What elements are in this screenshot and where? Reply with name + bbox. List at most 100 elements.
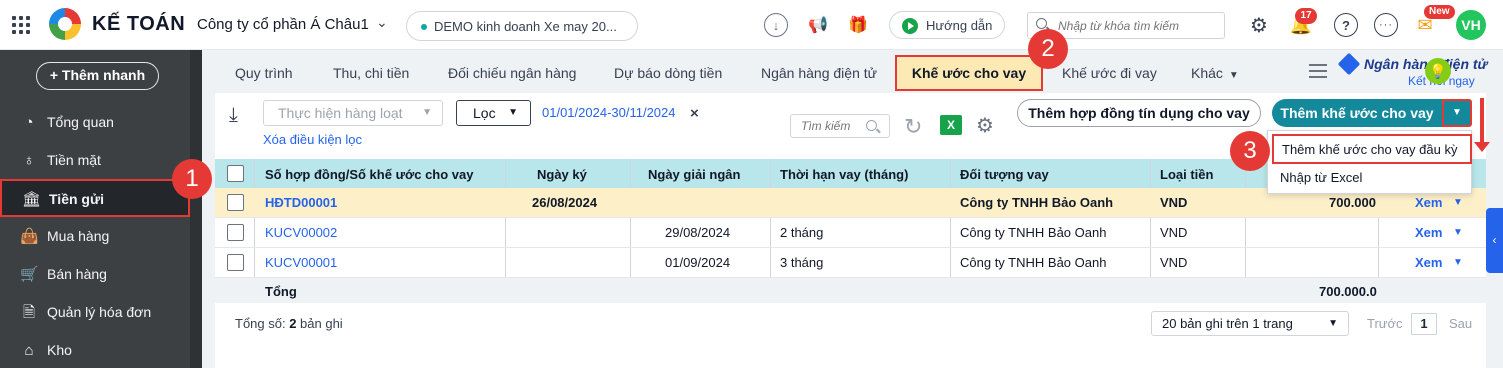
table-row[interactable] bbox=[215, 218, 1486, 248]
view-button[interactable]: Xem bbox=[1415, 195, 1442, 210]
column-header-contract-no[interactable]: Số hợp đồng/Số khế ước cho vay bbox=[265, 167, 473, 182]
collapse-panel-icon[interactable]: ‹ bbox=[1486, 208, 1503, 273]
search-input[interactable] bbox=[1058, 17, 1218, 35]
tab-e-banking[interactable]: Ngân hàng điện tử bbox=[761, 65, 877, 81]
sidebar-item-cash[interactable]: ♁ Tiền mặt bbox=[0, 142, 190, 180]
column-header-currency[interactable]: Loại tiền bbox=[1160, 167, 1213, 182]
filter-button[interactable]: Lọc ▼ bbox=[456, 100, 531, 126]
sidebar-scrollbar[interactable] bbox=[190, 50, 202, 368]
guide-label: Hướng dẫn bbox=[926, 18, 993, 33]
gift-icon[interactable]: 🎁 bbox=[846, 13, 870, 37]
borrower-cell: Công ty TNHH Bảo Oanh bbox=[960, 225, 1107, 240]
column-header-sign-date[interactable]: Ngày ký bbox=[537, 167, 587, 182]
clear-filter-link[interactable]: Xóa điều kiện lọc bbox=[263, 132, 362, 147]
status-dot-icon bbox=[421, 24, 427, 30]
disburse-date-cell: 01/09/2024 bbox=[665, 255, 731, 270]
disburse-date-cell: 29/08/2024 bbox=[665, 225, 731, 240]
caret-down-icon[interactable]: ▼ bbox=[1453, 257, 1463, 268]
sidebar-item-label: Tổng quan bbox=[47, 114, 114, 130]
add-credit-contract-button[interactable]: Thêm hợp đồng tín dụng cho vay bbox=[1017, 99, 1261, 127]
sidebar-item-overview[interactable]: ◔ Tổng quan bbox=[0, 104, 190, 142]
search-icon bbox=[866, 120, 877, 131]
contract-code-link[interactable]: KUCV00002 bbox=[265, 225, 337, 240]
lightbulb-icon[interactable]: 💡 bbox=[1425, 58, 1451, 84]
caret-down-icon: ▼ bbox=[508, 107, 518, 118]
tab-cash-forecast[interactable]: Dự báo dòng tiền bbox=[614, 65, 722, 81]
page-size-select[interactable]: 20 bản ghi trên 1 trang ▼ bbox=[1151, 311, 1349, 336]
bulk-action-select[interactable]: Thực hiện hàng loạt ▼ bbox=[263, 100, 443, 126]
brand-logo bbox=[49, 8, 81, 40]
table-search-input[interactable] bbox=[801, 119, 865, 133]
menu-item-add-opening-loan[interactable]: Thêm khế ước cho vay đầu kỳ bbox=[1272, 134, 1472, 164]
money-bag-icon: ♁ bbox=[23, 152, 35, 169]
close-icon[interactable]: × bbox=[690, 105, 699, 122]
app-grid-icon[interactable] bbox=[12, 16, 30, 34]
view-button[interactable]: Xem bbox=[1415, 225, 1442, 240]
sidebar-item-sales[interactable]: 🛒 Bán hàng bbox=[0, 256, 190, 294]
tab-process[interactable]: Quy trình bbox=[235, 65, 293, 81]
column-header-disburse-date[interactable]: Ngày giải ngân bbox=[648, 167, 740, 182]
current-page[interactable]: 1 bbox=[1411, 313, 1437, 335]
caret-down-icon: ▼ bbox=[422, 107, 432, 118]
excel-export-icon[interactable]: X bbox=[940, 115, 962, 135]
chevron-down-icon[interactable]: ⌄ bbox=[376, 14, 388, 31]
borrower-cell: Công ty TNHH Bảo Oanh bbox=[960, 195, 1114, 210]
contract-code-link[interactable]: HĐTD00001 bbox=[265, 195, 337, 210]
company-name[interactable]: Công ty cổ phần Á Châu1 bbox=[197, 16, 369, 33]
guide-button[interactable]: Hướng dẫn bbox=[889, 11, 1005, 39]
add-loan-dropdown-toggle[interactable]: ▼ bbox=[1442, 99, 1472, 127]
view-button[interactable]: Xem bbox=[1415, 255, 1442, 270]
database-selector[interactable]: DEMO kinh doanh Xe may 20... bbox=[406, 11, 638, 41]
tab-bank-reconciliation[interactable]: Đối chiếu ngân hàng bbox=[448, 65, 576, 81]
notification-count-badge: 17 bbox=[1295, 8, 1317, 24]
gear-icon[interactable]: ⚙ bbox=[1247, 13, 1271, 37]
sort-icon[interactable]: ⤓ bbox=[229, 104, 238, 127]
currency-cell: VND bbox=[1160, 255, 1188, 270]
date-range-filter[interactable]: 01/01/2024-30/11/2024 bbox=[542, 105, 676, 120]
borrower-cell: Công ty TNHH Bảo Oanh bbox=[960, 255, 1107, 270]
sidebar-item-label: Bán hàng bbox=[47, 266, 107, 282]
tab-loan-agreements-lent[interactable]: Khế ước cho vay bbox=[895, 55, 1043, 91]
sidebar-item-invoices[interactable]: 🗎 Quản lý hóa đơn bbox=[0, 294, 190, 332]
caret-down-icon: ▼ bbox=[1228, 70, 1239, 81]
table-search[interactable] bbox=[790, 114, 890, 138]
column-header-term[interactable]: Thời hạn vay (tháng) bbox=[780, 167, 908, 182]
search-icon bbox=[1036, 18, 1047, 29]
total-label: Tổng bbox=[265, 284, 297, 299]
download-icon[interactable]: ↓ bbox=[764, 13, 788, 37]
more-icon[interactable]: ··· bbox=[1374, 13, 1398, 37]
sidebar-item-label: Tiền gửi bbox=[49, 191, 104, 207]
column-header-borrower[interactable]: Đối tượng vay bbox=[960, 167, 1049, 182]
megaphone-icon[interactable]: 📢 bbox=[806, 13, 830, 37]
page-size-label: 20 bản ghi trên 1 trang bbox=[1162, 316, 1293, 331]
record-count-suffix: bản ghi bbox=[296, 316, 343, 331]
currency-cell: VND bbox=[1160, 225, 1188, 240]
tab-other[interactable]: Khác ▼ bbox=[1191, 65, 1239, 81]
next-page-button[interactable]: Sau bbox=[1449, 316, 1472, 331]
avatar[interactable]: VH bbox=[1456, 10, 1486, 40]
step-marker-1: 1 bbox=[172, 159, 212, 199]
sidebar-item-purchasing[interactable]: 👜 Mua hàng bbox=[0, 218, 190, 256]
contract-code-link[interactable]: KUCV00001 bbox=[265, 255, 337, 270]
row-checkbox[interactable] bbox=[227, 194, 244, 211]
sidebar-item-warehouse[interactable]: ⌂ Kho bbox=[0, 332, 190, 368]
refresh-icon[interactable]: ↻ bbox=[904, 114, 922, 140]
table-row[interactable] bbox=[215, 248, 1486, 278]
quick-add-button[interactable]: + Thêm nhanh bbox=[36, 62, 159, 90]
row-checkbox[interactable] bbox=[227, 254, 244, 271]
menu-item-import-excel[interactable]: Nhập từ Excel bbox=[1280, 170, 1362, 185]
previous-page-button[interactable]: Trước bbox=[1367, 316, 1403, 331]
row-checkbox[interactable] bbox=[227, 224, 244, 241]
caret-down-icon[interactable]: ▼ bbox=[1453, 197, 1463, 208]
caret-down-icon[interactable]: ▼ bbox=[1453, 227, 1463, 238]
help-icon[interactable]: ? bbox=[1334, 13, 1358, 37]
filter-label: Lọc bbox=[473, 105, 496, 121]
tab-settings-icon[interactable] bbox=[1309, 64, 1327, 80]
tab-receipts-payments[interactable]: Thu, chi tiền bbox=[333, 65, 409, 81]
select-all-checkbox[interactable] bbox=[227, 165, 244, 182]
gear-icon[interactable]: ⚙ bbox=[976, 113, 994, 138]
sidebar-item-deposits[interactable]: 🏛 Tiền gửi bbox=[0, 179, 190, 217]
tab-loan-agreements-borrowed[interactable]: Khế ước đi vay bbox=[1062, 65, 1157, 81]
add-loan-agreement-button[interactable]: Thêm khế ước cho vay bbox=[1272, 99, 1442, 127]
currency-cell: VND bbox=[1160, 195, 1188, 210]
